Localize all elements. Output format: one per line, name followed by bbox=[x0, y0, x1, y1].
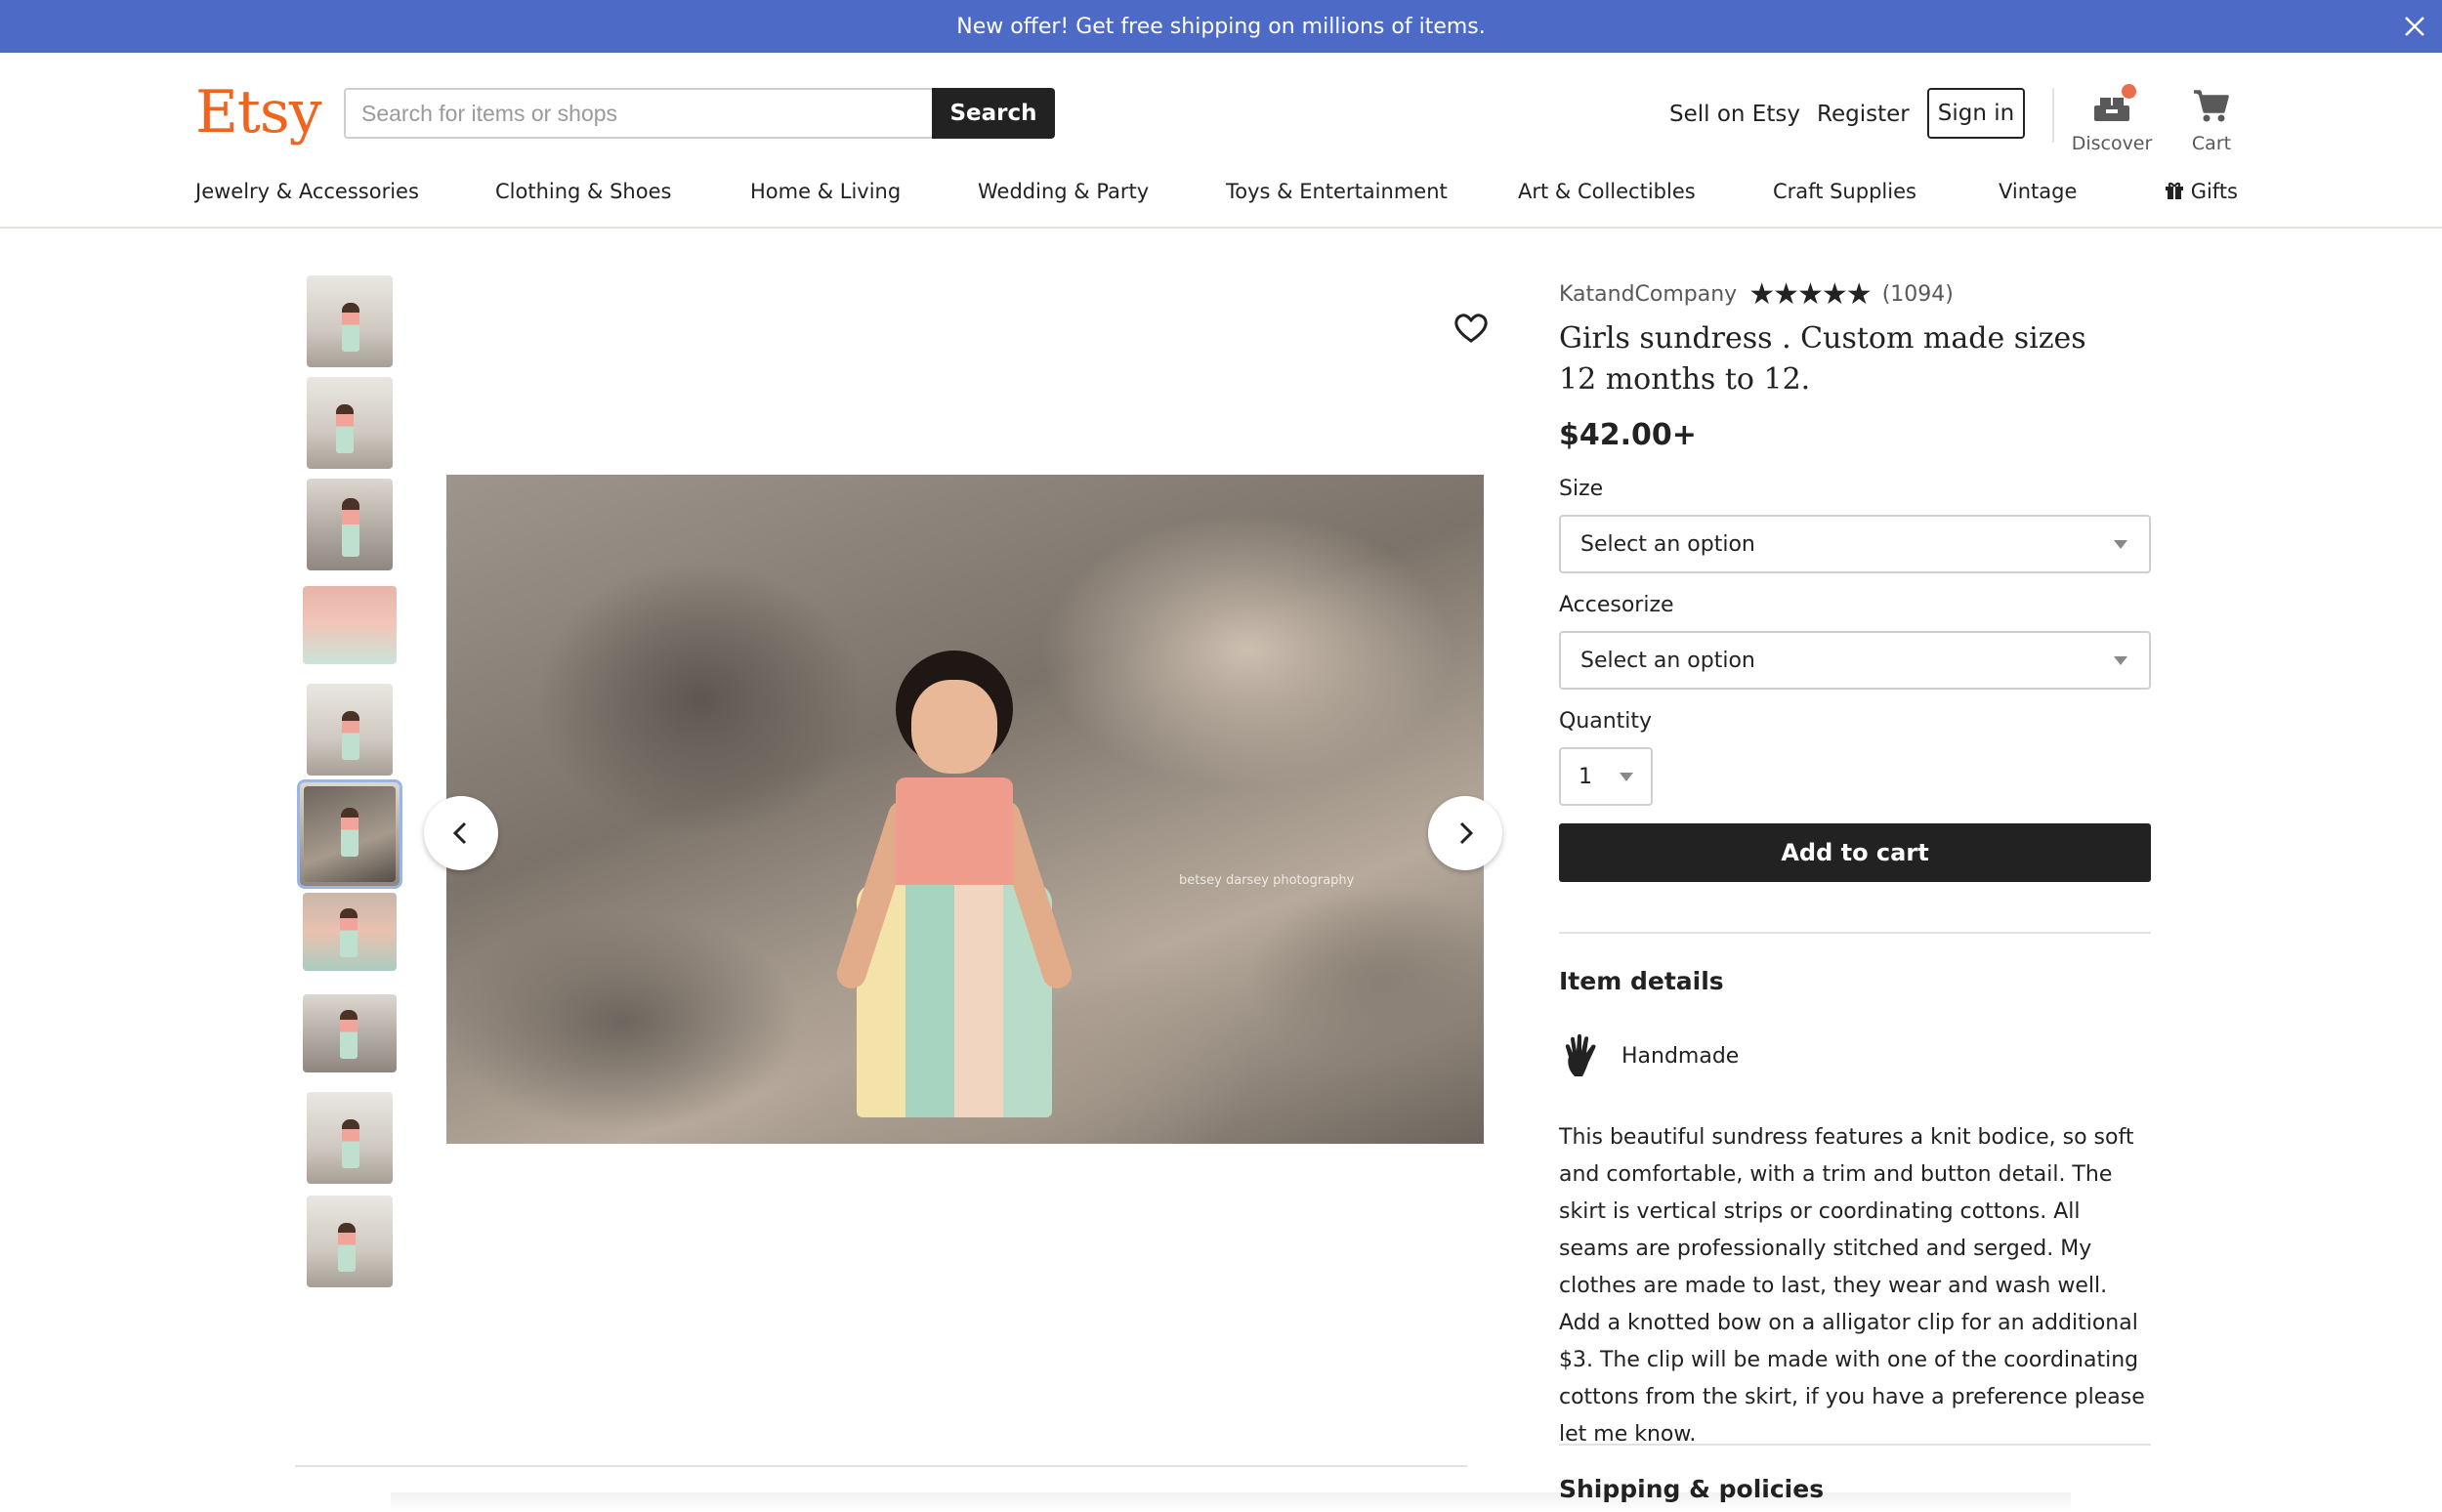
category-gifts-label: Gifts bbox=[2190, 180, 2238, 203]
thumbnail[interactable] bbox=[307, 377, 393, 469]
bottom-shadow bbox=[391, 1492, 2071, 1512]
discover-label: Discover bbox=[2071, 133, 2153, 154]
category-nav: Jewelry & Accessories Clothing & Shoes H… bbox=[195, 180, 2238, 209]
item-description: This beautiful sundress features a knit … bbox=[1559, 1125, 2145, 1447]
category-home[interactable]: Home & Living bbox=[750, 180, 901, 203]
handmade-label: Handmade bbox=[1621, 1043, 1740, 1069]
product-title: Girls sundress . Custom made sizes 12 mo… bbox=[1559, 321, 2086, 397]
chevron-down-icon bbox=[1620, 773, 1633, 781]
notification-dot bbox=[2122, 84, 2136, 99]
thumbnail[interactable] bbox=[307, 275, 393, 367]
category-vintage[interactable]: Vintage bbox=[1999, 180, 2077, 203]
category-wedding[interactable]: Wedding & Party bbox=[978, 180, 1149, 203]
etsy-logo[interactable]: Etsy bbox=[195, 78, 322, 147]
category-craft[interactable]: Craft Supplies bbox=[1773, 180, 1916, 203]
thumbnail[interactable] bbox=[307, 1092, 393, 1184]
search-input[interactable] bbox=[344, 88, 932, 139]
handmade-badge: Handmade bbox=[1563, 1033, 1739, 1078]
chevron-down-icon bbox=[2114, 540, 2127, 549]
thumbnail[interactable] bbox=[307, 1196, 393, 1287]
next-image-button[interactable] bbox=[1428, 796, 1502, 870]
favorite-button[interactable] bbox=[1450, 307, 1493, 350]
add-to-cart-button[interactable]: Add to cart bbox=[1559, 823, 2151, 882]
divider bbox=[295, 1465, 1467, 1467]
size-select[interactable]: Select an option bbox=[1559, 515, 2151, 573]
thumbnail[interactable] bbox=[307, 479, 393, 570]
category-clothing[interactable]: Clothing & Shoes bbox=[495, 180, 671, 203]
search-button[interactable]: Search bbox=[932, 88, 1055, 139]
photo-watermark: betsey darsey photography bbox=[1179, 873, 1355, 888]
quantity-label: Quantity bbox=[1559, 709, 1653, 734]
divider bbox=[1559, 932, 2151, 934]
quantity-select[interactable]: 1 bbox=[1559, 747, 1653, 806]
promo-banner: New offer! Get free shipping on millions… bbox=[0, 0, 2442, 53]
discover-nav[interactable]: Discover bbox=[2071, 82, 2153, 154]
sell-on-etsy-link[interactable]: Sell on Etsy bbox=[1669, 102, 1800, 127]
product-price: $42.00+ bbox=[1559, 418, 1697, 452]
accessorize-label: Accesorize bbox=[1559, 593, 1674, 617]
chevron-left-icon bbox=[452, 821, 467, 845]
site-header: Etsy Search Sell on Etsy Register Sign i… bbox=[0, 53, 2442, 229]
chevron-down-icon bbox=[2114, 656, 2127, 665]
accessorize-select-value: Select an option bbox=[1580, 648, 1755, 673]
item-details-heading[interactable]: Item details bbox=[1559, 967, 1724, 995]
thumbnail[interactable] bbox=[307, 684, 393, 776]
cart-nav[interactable]: Cart bbox=[2182, 82, 2241, 154]
category-jewelry[interactable]: Jewelry & Accessories bbox=[195, 180, 419, 203]
shop-name-link[interactable]: KatandCompany bbox=[1559, 282, 1737, 307]
product-photo-subject bbox=[827, 651, 1081, 1119]
header-divider bbox=[2052, 88, 2054, 143]
thumbnail[interactable] bbox=[303, 994, 397, 1072]
size-label: Size bbox=[1559, 477, 1604, 501]
thumbnail[interactable] bbox=[303, 586, 397, 664]
quantity-select-value: 1 bbox=[1579, 764, 1592, 789]
close-icon[interactable] bbox=[2393, 5, 2436, 48]
cart-icon bbox=[2194, 90, 2229, 122]
heart-icon bbox=[1454, 314, 1488, 343]
gift-icon bbox=[2166, 182, 2183, 199]
chevron-right-icon bbox=[1459, 821, 1474, 845]
sign-in-button[interactable]: Sign in bbox=[1927, 88, 2025, 139]
category-art[interactable]: Art & Collectibles bbox=[1518, 180, 1696, 203]
category-gifts[interactable]: Gifts bbox=[2165, 180, 2238, 203]
cart-label: Cart bbox=[2191, 133, 2232, 154]
review-count[interactable]: (1094) bbox=[1882, 282, 1954, 307]
divider bbox=[1559, 1444, 2151, 1446]
register-link[interactable]: Register bbox=[1817, 102, 1910, 127]
main-product-image: betsey darsey photography bbox=[446, 475, 1484, 1144]
promo-banner-text: New offer! Get free shipping on millions… bbox=[956, 14, 1486, 39]
accessorize-select[interactable]: Select an option bbox=[1559, 631, 2151, 690]
thumbnail[interactable] bbox=[303, 893, 397, 971]
shop-rating-line: KatandCompany ★★★★★ (1094) bbox=[1559, 277, 1954, 312]
size-select-value: Select an option bbox=[1580, 531, 1755, 557]
category-toys[interactable]: Toys & Entertainment bbox=[1226, 180, 1448, 203]
hand-icon bbox=[1565, 1033, 1596, 1076]
thumbnail-selected[interactable] bbox=[297, 779, 402, 889]
previous-image-button[interactable] bbox=[424, 796, 498, 870]
star-rating-icon[interactable]: ★★★★★ bbox=[1748, 277, 1872, 312]
